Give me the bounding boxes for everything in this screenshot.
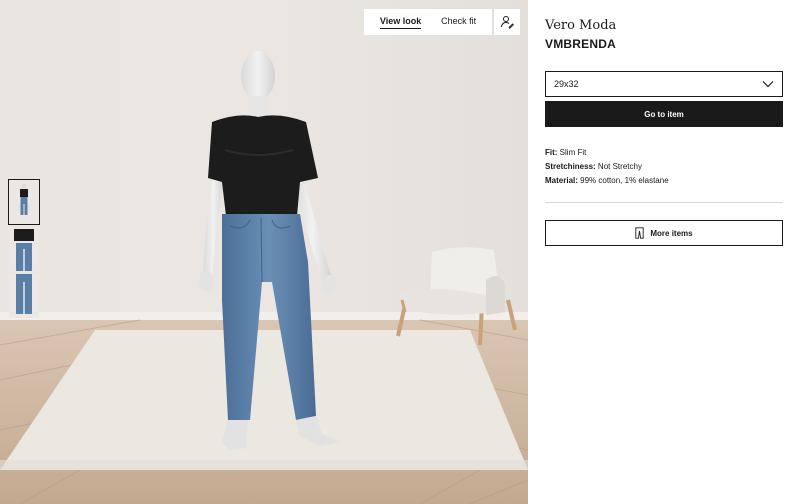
view-mode-tabs: View look Check fit [364, 9, 492, 35]
thumbnail-jeans-only[interactable] [9, 274, 39, 318]
spec-material: Material: 99% cotton, 1% elastane [545, 176, 669, 185]
tab-check-fit[interactable]: Check fit [441, 16, 476, 28]
thumbnail-top-icon [14, 229, 34, 271]
spec-fit: Fit: Slim Fit [545, 148, 587, 157]
room-background [0, 0, 528, 504]
thumbnail-top-and-jeans[interactable] [9, 227, 39, 271]
person-edit-icon [501, 16, 514, 29]
chevron-down-icon [762, 81, 774, 88]
thumbnail-jeans-icon [16, 274, 32, 314]
tab-view-look[interactable]: View look [379, 16, 422, 29]
outfit-thumbnails [8, 179, 40, 321]
size-select-value: 29x32 [554, 79, 579, 89]
spec-stretchiness: Stretchiness: Not Stretchy [545, 162, 642, 171]
edit-avatar-button[interactable] [494, 9, 520, 35]
size-select[interactable]: 29x32 [545, 71, 783, 97]
more-items-button[interactable]: More items [545, 220, 783, 246]
product-specs: Fit: Slim Fit Stretchiness: Not Stretchy… [545, 146, 669, 188]
divider [545, 202, 783, 203]
more-items-label: More items [650, 228, 693, 238]
3d-scene-viewport[interactable]: View look Check fit [0, 0, 528, 504]
product-panel: Vero Moda VMBRENDA 29x32 Go to item Fit:… [528, 0, 800, 504]
go-to-item-button[interactable]: Go to item [545, 101, 783, 127]
thumbnail-mannequin-icon [20, 183, 28, 215]
pants-icon [635, 227, 645, 239]
product-name: VMBRENDA [545, 37, 616, 51]
thumbnail-full-outfit[interactable] [8, 179, 40, 225]
brand-name: Vero Moda [545, 18, 617, 33]
